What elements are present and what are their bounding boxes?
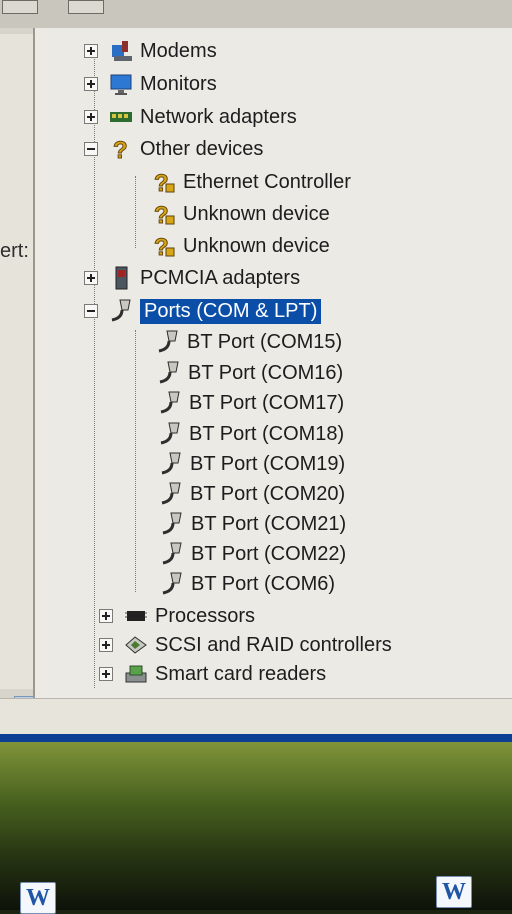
word-document-icon-left[interactable]: W [20,882,56,914]
tree-item-label-selected: Ports (COM & LPT) [140,298,322,324]
tree-item-label: Processors [155,604,256,627]
svg-text:?: ? [113,137,128,162]
tree-item-label: Ethernet Controller [183,170,351,193]
port-connector-icon [156,360,182,386]
expand-icon[interactable] [84,44,98,58]
tree-item-label: BT Port (COM19) [190,452,346,475]
pcmcia-card-icon [108,265,134,291]
left-pane-partial-label: ert: [0,240,29,262]
unknown-device-icon: ? [151,169,177,195]
unknown-device-icon: ? [151,201,177,227]
expand-icon[interactable] [99,638,113,652]
tree-item-label: Smart card readers [155,662,327,685]
tree-item-label: PCMCIA adapters [140,266,301,289]
tree-item-label: BT Port (COM22) [191,542,347,565]
tree-item-modems[interactable]: Modems [84,36,217,66]
tree-item-scsi-raid-controllers[interactable]: SCSI and RAID controllers [99,630,392,660]
toolbar-button-right[interactable] [68,0,104,14]
expand-icon[interactable] [84,77,98,91]
tree-item-label: BT Port (COM17) [189,391,345,414]
tree-item-ethernet-controller[interactable]: ? Ethernet Controller [151,167,351,197]
port-connector-icon [159,541,185,567]
tree-item-label: Unknown device [183,234,330,257]
modem-icon [108,38,134,64]
tree-item-bt-port-com22[interactable]: BT Port (COM22) [159,539,346,569]
collapse-icon[interactable] [84,142,98,156]
tree-item-bt-port-com6[interactable]: BT Port (COM6) [159,569,335,599]
network-adapter-icon [108,104,134,130]
desktop-background: W W [0,742,512,914]
tree-item-bt-port-com20[interactable]: BT Port (COM20) [158,479,345,509]
monitor-icon [108,71,134,97]
tree-item-label: BT Port (COM15) [187,330,343,353]
tree-item-label: Monitors [140,72,217,95]
tree-item-bt-port-com21[interactable]: BT Port (COM21) [159,509,346,539]
window-bottom-border [0,734,512,742]
toolbar-button-left[interactable] [2,0,38,14]
unknown-device-icon: ? [151,233,177,259]
scsi-controller-icon [123,632,149,658]
port-connector-icon [158,481,184,507]
tree-item-label: BT Port (COM6) [191,572,336,595]
tree-guide-line-other-devices [135,176,136,248]
tree-item-bt-port-com16[interactable]: BT Port (COM16) [156,358,343,388]
port-connector-icon [159,571,185,597]
tree-item-label: Other devices [140,137,264,160]
tree-item-label: BT Port (COM21) [191,512,347,535]
expand-icon[interactable] [99,667,113,681]
port-connector-icon [159,511,185,537]
tree-guide-line-ports [135,330,136,592]
tree-item-ports[interactable]: Ports (COM & LPT) [84,296,322,326]
tree-item-bt-port-com17[interactable]: BT Port (COM17) [157,388,344,418]
tree-item-bt-port-com18[interactable]: BT Port (COM18) [157,419,344,449]
expand-icon[interactable] [99,609,113,623]
port-connector-icon [157,390,183,416]
tree-item-unknown-device-2[interactable]: ? Unknown device [151,231,330,261]
port-connector-icon [157,421,183,447]
tree-item-other-devices[interactable]: ? Other devices [84,134,263,164]
smart-card-reader-icon [123,661,149,687]
expand-icon[interactable] [84,110,98,124]
tree-item-label: BT Port (COM18) [189,422,345,445]
processor-chip-icon [123,603,149,629]
question-mark-icon: ? [108,136,134,163]
expand-icon[interactable] [84,271,98,285]
tree-item-unknown-device-1[interactable]: ? Unknown device [151,199,330,229]
tree-item-monitors[interactable]: Monitors [84,69,217,99]
port-connector-icon [155,329,181,355]
device-tree[interactable]: Modems Monitors Network adapters ? Other… [33,28,512,698]
tree-item-smart-card-readers[interactable]: Smart card readers [99,659,326,689]
collapse-icon[interactable] [84,304,98,318]
tree-item-label: Network adapters [140,105,297,128]
port-connector-icon [158,451,184,477]
status-bar [0,698,512,735]
top-toolbar-strip [0,0,512,28]
tree-item-network-adapters[interactable]: Network adapters [84,102,297,132]
word-document-icon-right[interactable]: W [436,876,472,908]
port-connector-icon [108,298,134,324]
tree-item-bt-port-com15[interactable]: BT Port (COM15) [155,327,342,357]
tree-item-label: SCSI and RAID controllers [155,633,392,656]
tree-item-label: BT Port (COM20) [190,482,346,505]
tree-item-processors[interactable]: Processors [99,601,255,631]
tree-item-label: Unknown device [183,202,330,225]
tree-item-label: Modems [140,39,217,62]
tree-item-bt-port-com19[interactable]: BT Port (COM19) [158,449,345,479]
tree-item-pcmcia-adapters[interactable]: PCMCIA adapters [84,263,300,293]
tree-item-label: BT Port (COM16) [188,361,344,384]
